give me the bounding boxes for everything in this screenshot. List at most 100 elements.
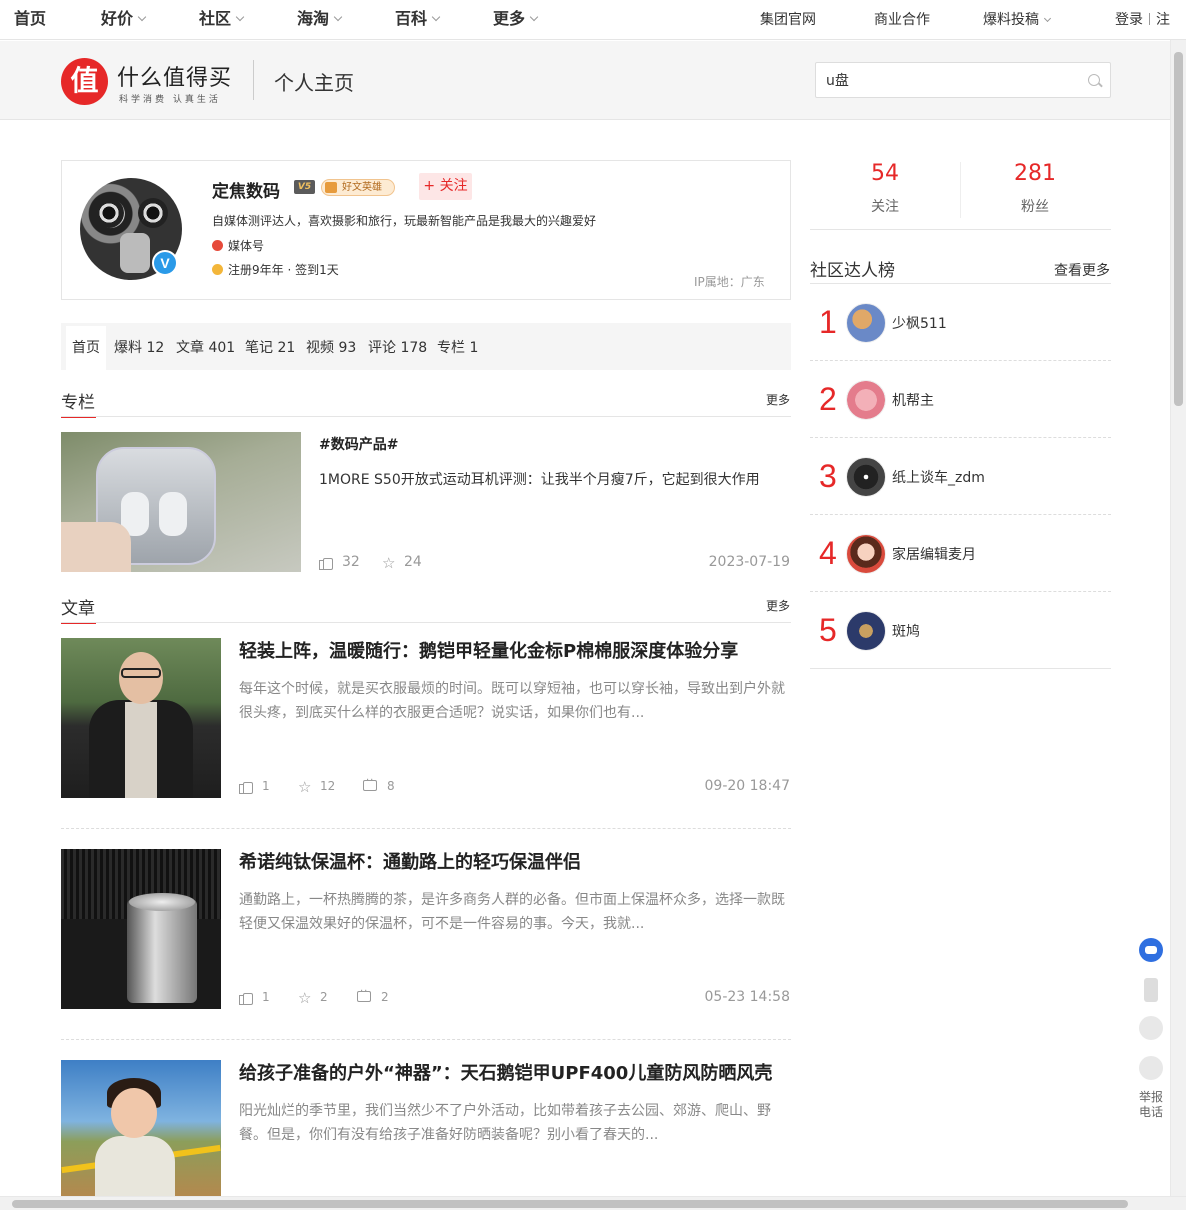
column-more-link[interactable]: 更多	[766, 391, 790, 408]
site-name[interactable]: 什么值得买	[117, 60, 232, 92]
rank-item[interactable]: 1 少枫511	[810, 284, 1111, 361]
vertical-scrollbar[interactable]	[1170, 40, 1186, 1196]
article-thumbnail[interactable]	[61, 1060, 221, 1196]
tab-notes[interactable]: 笔记 21	[245, 326, 295, 370]
like-count: 1	[262, 779, 270, 793]
nav-home[interactable]: 首页	[14, 0, 46, 40]
rank-item[interactable]: 2 机帮主	[810, 361, 1111, 438]
thumbnail-part	[119, 652, 163, 704]
divider	[61, 622, 791, 623]
column-fav[interactable]: ☆ 24	[382, 554, 422, 571]
scrollbar-thumb[interactable]	[12, 1200, 1128, 1208]
following-number: 54	[871, 161, 899, 186]
column-thumbnail[interactable]	[61, 432, 301, 572]
divider	[253, 60, 254, 100]
rank-user-name[interactable]: 家居编辑麦月	[892, 544, 976, 564]
honor-badge[interactable]: 好文英雄	[321, 179, 395, 196]
verified-icon: V	[152, 250, 178, 276]
nav-submit-label: 爆料投稿	[983, 12, 1039, 28]
login-link[interactable]: 登录	[1115, 12, 1143, 28]
rank-user-name[interactable]: 机帮主	[892, 390, 934, 410]
media-label: 媒体号	[228, 239, 265, 253]
rank-more-link[interactable]: 查看更多	[1054, 260, 1110, 280]
article-thumbnail[interactable]	[61, 638, 221, 798]
tab-comments[interactable]: 评论 178	[368, 326, 427, 370]
avatar[interactable]	[846, 457, 886, 497]
chevron-down-icon	[529, 12, 539, 22]
mobile-icon[interactable]	[1144, 978, 1158, 1002]
chevron-down-icon	[431, 12, 441, 22]
tab-columns[interactable]: 专栏 1	[437, 326, 478, 370]
rank-user-name[interactable]: 纸上谈车_zdm	[892, 467, 985, 487]
fav-count: 2	[320, 990, 328, 1004]
rank-item[interactable]: 4 家居编辑麦月	[810, 515, 1111, 592]
rank-number: 1	[819, 304, 837, 340]
ip-location: IP属地：广东	[694, 275, 765, 289]
article-thumbnail[interactable]	[61, 849, 221, 1009]
article-date: 09-20 18:47	[704, 778, 790, 794]
tab-articles[interactable]: 文章 401	[176, 326, 235, 370]
rank-user-name[interactable]: 少枫511	[892, 313, 947, 333]
page-title: 个人主页	[274, 71, 354, 95]
fans-count[interactable]: 281 粉丝	[960, 160, 1110, 216]
article-title[interactable]: 希诺纯钛保温杯：通勤路上的轻巧保温伴侣	[239, 848, 581, 874]
rank-number: 2	[819, 381, 837, 417]
site-logo[interactable]: 值	[61, 58, 108, 105]
article-fav[interactable]: ☆ 12	[298, 779, 336, 795]
fav-count: 12	[320, 779, 336, 793]
article-section-title: 文章	[61, 594, 96, 624]
header-band: 值 什么值得买 科学消费 认真生活 个人主页	[0, 41, 1170, 120]
nav-overseas[interactable]: 海淘	[297, 0, 343, 40]
column-section-title: 专栏	[61, 388, 96, 418]
report-phone-link[interactable]: 举报 电话	[1133, 1090, 1169, 1120]
search-icon[interactable]	[1088, 74, 1100, 86]
chevron-down-icon	[137, 12, 147, 22]
scrollbar-thumb[interactable]	[1174, 52, 1183, 406]
nav-community[interactable]: 社区	[199, 0, 245, 40]
avatar[interactable]	[846, 611, 886, 651]
rank-item[interactable]: 5 斑鸠	[810, 592, 1111, 669]
thumbnail-part	[95, 1136, 175, 1196]
profile-name: 定焦数码	[212, 182, 280, 202]
nav-submit[interactable]: 爆料投稿	[983, 0, 1052, 40]
search-input[interactable]	[826, 63, 1076, 97]
article-comment[interactable]: 2	[357, 986, 389, 1004]
column-like[interactable]: 32	[319, 554, 360, 570]
column-item-title[interactable]: 1MORE S50开放式运动耳机评测：让我半个月瘦7斤，它起到很大作用	[319, 469, 760, 489]
thumbnail-part	[111, 1088, 157, 1138]
fans-label: 粉丝	[1021, 199, 1049, 215]
thumbnail-part	[127, 899, 197, 1003]
tab-deals[interactable]: 爆料 12	[114, 326, 164, 370]
nav-group-site[interactable]: 集团官网	[760, 0, 816, 40]
register-link[interactable]: 注	[1156, 12, 1170, 28]
wechat-icon[interactable]	[1139, 1016, 1163, 1040]
tab-home[interactable]: 首页	[66, 326, 106, 370]
nav-deals[interactable]: 好价	[101, 0, 147, 40]
avatar[interactable]	[846, 303, 886, 343]
article-title[interactable]: 给孩子准备的户外“神器”：天石鹅铠甲UPF400儿童防风防晒风壳	[239, 1059, 772, 1085]
rank-user-name[interactable]: 斑鸠	[892, 621, 920, 641]
article-fav[interactable]: ☆ 2	[298, 990, 328, 1006]
nav-business[interactable]: 商业合作	[874, 0, 930, 40]
lifebuoy-icon[interactable]	[1139, 1056, 1163, 1080]
avatar-image-part	[138, 198, 168, 228]
rank-item[interactable]: 3 纸上谈车_zdm	[810, 438, 1111, 515]
nav-more[interactable]: 更多	[493, 0, 539, 40]
following-count[interactable]: 54 关注	[810, 160, 960, 216]
thumbnail-part	[125, 702, 157, 798]
article-like[interactable]: 1	[239, 779, 270, 794]
article-comment[interactable]: 8	[363, 775, 395, 793]
follow-button[interactable]: + 关注	[419, 173, 472, 200]
avatar[interactable]	[846, 380, 886, 420]
rank-number: 3	[819, 458, 837, 494]
article-more-link[interactable]: 更多	[766, 597, 790, 614]
tab-videos[interactable]: 视频 93	[306, 326, 356, 370]
nav-wiki[interactable]: 百科	[395, 0, 441, 40]
nav-home-label: 首页	[14, 9, 47, 28]
avatar[interactable]	[846, 534, 886, 574]
article-like[interactable]: 1	[239, 990, 270, 1005]
robot-icon[interactable]	[1139, 938, 1163, 962]
horizontal-scrollbar[interactable]	[0, 1196, 1186, 1210]
column-tag[interactable]: #数码产品#	[319, 434, 398, 454]
article-title[interactable]: 轻装上阵，温暖随行：鹅铠甲轻量化金标P棉棉服深度体验分享	[239, 637, 738, 663]
